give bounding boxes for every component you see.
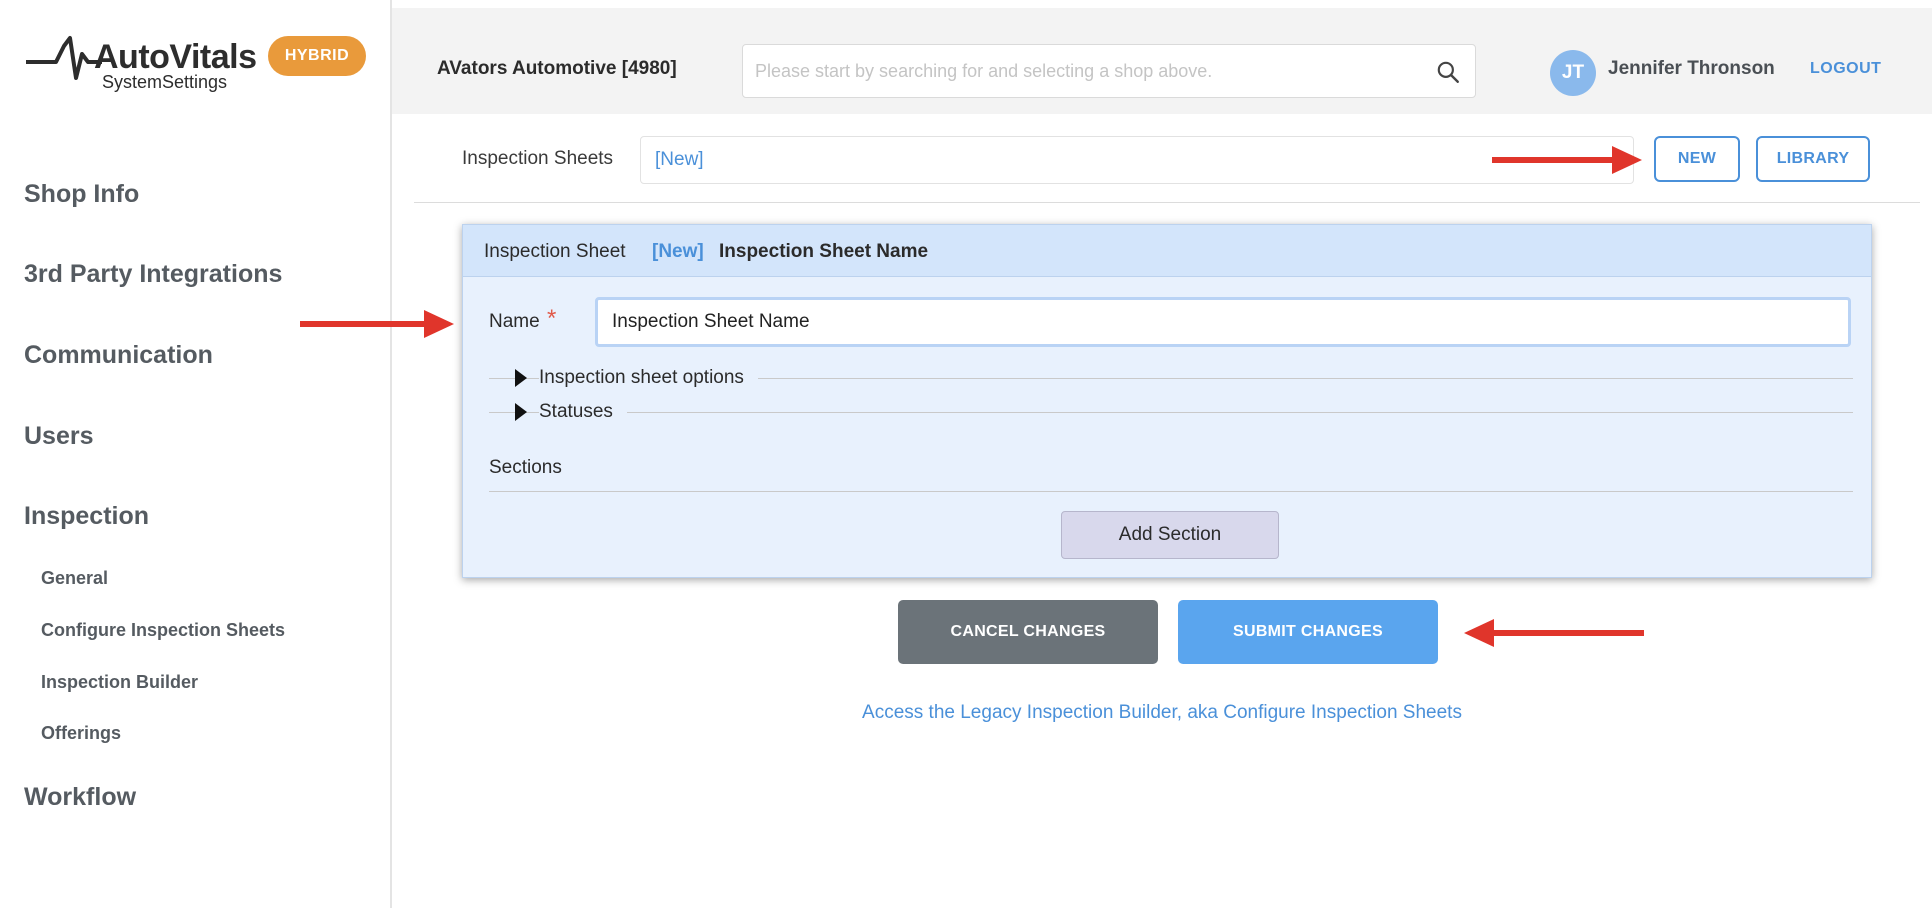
logo-subtitle: SystemSettings [102, 72, 228, 92]
search-icon[interactable] [1435, 59, 1461, 85]
inspection-sheet-options-toggle[interactable]: Inspection sheet options [489, 363, 1853, 393]
sidebar-item-workflow[interactable]: Workflow [24, 783, 136, 812]
top-header: AVators Automotive [4980] JT Jennifer Th… [392, 8, 1932, 114]
sidebar-item-3rd-party-integrations[interactable]: 3rd Party Integrations [24, 260, 282, 289]
sidebar-item-communication[interactable]: Communication [24, 341, 213, 370]
inspection-sheets-label: Inspection Sheets [462, 148, 614, 169]
sidebar-subitem-inspection-builder[interactable]: Inspection Builder [41, 672, 198, 693]
sidebar-item-inspection[interactable]: Inspection [24, 502, 149, 531]
logout-link[interactable]: LOGOUT [1810, 60, 1881, 78]
sidebar: AutoVitals SystemSettings HYBRID Shop In… [0, 0, 392, 908]
sidebar-subitem-configure-inspection-sheets[interactable]: Configure Inspection Sheets [41, 620, 285, 641]
panel-header-new-tag: [New] [652, 241, 704, 262]
user-avatar[interactable]: JT [1550, 50, 1596, 96]
name-field[interactable] [612, 300, 1832, 344]
annotation-arrow-right-icon [300, 310, 454, 338]
shop-search-box[interactable] [742, 44, 1476, 98]
selected-sheet-value: [New] [655, 149, 704, 170]
inspection-sheet-panel: Inspection Sheet [New] Inspection Sheet … [462, 224, 1872, 578]
caret-right-icon [515, 369, 527, 387]
required-asterisk: * [547, 305, 557, 332]
library-button[interactable]: LIBRARY [1756, 136, 1870, 182]
annotation-arrow-right-icon [1492, 146, 1642, 174]
name-field-label: Name [489, 311, 540, 332]
caret-right-icon [515, 403, 527, 421]
sidebar-subitem-general[interactable]: General [41, 568, 108, 589]
shop-search-input[interactable] [755, 45, 1415, 97]
add-section-button[interactable]: Add Section [1061, 511, 1279, 559]
cancel-changes-button[interactable]: CANCEL CHANGES [898, 600, 1158, 664]
name-field-wrapper[interactable] [595, 297, 1851, 347]
panel-header-label: Inspection Sheet [484, 241, 626, 262]
statuses-toggle[interactable]: Statuses [489, 397, 1853, 427]
annotation-arrow-left-icon [1464, 619, 1644, 647]
submit-changes-button[interactable]: SUBMIT CHANGES [1178, 600, 1438, 664]
divider [414, 202, 1920, 203]
divider [489, 491, 1853, 492]
inspection-sheet-select[interactable]: [New] [640, 136, 1634, 184]
legacy-inspection-builder-link[interactable]: Access the Legacy Inspection Builder, ak… [392, 702, 1932, 724]
sections-label: Sections [489, 457, 562, 478]
sidebar-item-shop-info[interactable]: Shop Info [24, 180, 139, 209]
new-sheet-button[interactable]: NEW [1654, 136, 1740, 182]
shop-name: AVators Automotive [4980] [437, 58, 677, 79]
sidebar-item-users[interactable]: Users [24, 422, 94, 451]
autovitals-logo[interactable]: AutoVitals SystemSettings HYBRID [26, 30, 366, 100]
hybrid-badge: HYBRID [268, 36, 366, 76]
user-name: Jennifer Thronson [1608, 58, 1775, 79]
divider [489, 412, 1853, 413]
sidebar-subitem-offerings[interactable]: Offerings [41, 723, 121, 744]
panel-header-sheet-name: Inspection Sheet Name [719, 241, 929, 262]
inspection-sheet-options-label: Inspection sheet options [539, 367, 758, 389]
panel-header: Inspection Sheet [New] Inspection Sheet … [463, 225, 1871, 277]
statuses-label: Statuses [539, 401, 627, 423]
